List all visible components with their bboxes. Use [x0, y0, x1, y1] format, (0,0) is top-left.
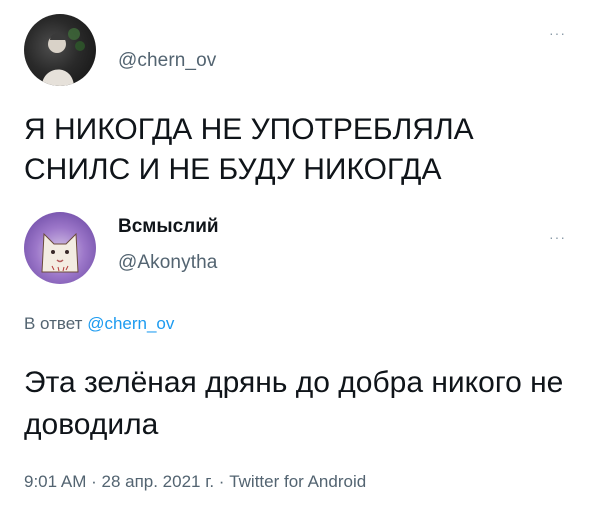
display-name[interactable]: Всмыслий [118, 216, 219, 238]
person-photo-icon [42, 28, 85, 86]
tweet-time[interactable]: 9:01 AM [24, 472, 86, 491]
meta-separator: · [86, 472, 102, 491]
tweet-text: Я НИКОГДА НЕ УПОТРЕБЛЯЛА СНИЛС И НЕ БУДУ… [24, 113, 474, 186]
avatar[interactable] [24, 14, 96, 86]
more-options-icon[interactable]: ··· [549, 26, 566, 40]
reply-tweet-text: Эта зелёная дрянь до добра никого не дов… [24, 366, 564, 441]
tweet-metadata: 9:01 AM · 28 апр. 2021 г. · Twitter for … [24, 472, 366, 492]
reply-more-options-icon[interactable]: ··· [549, 230, 566, 244]
reply-prefix: В ответ [24, 314, 83, 333]
original-tweet: @chern_ov ··· Я НИКОГДА НЕ УПОТРЕБЛЯЛА С… [0, 0, 600, 200]
cat-drawing-icon [41, 232, 79, 273]
meta-separator-2: · [214, 472, 230, 491]
reply-avatar[interactable] [24, 212, 96, 284]
tweet-date[interactable]: 28 апр. 2021 г. [101, 472, 214, 491]
tweet-source-link[interactable]: Twitter for Android [229, 472, 366, 491]
username-handle[interactable]: @chern_ov [118, 50, 216, 72]
reply-username-handle[interactable]: @Akonytha [118, 252, 217, 274]
reply-context: В ответ @chern_ov [24, 314, 174, 334]
reply-to-handle-link[interactable]: @chern_ov [87, 314, 174, 333]
